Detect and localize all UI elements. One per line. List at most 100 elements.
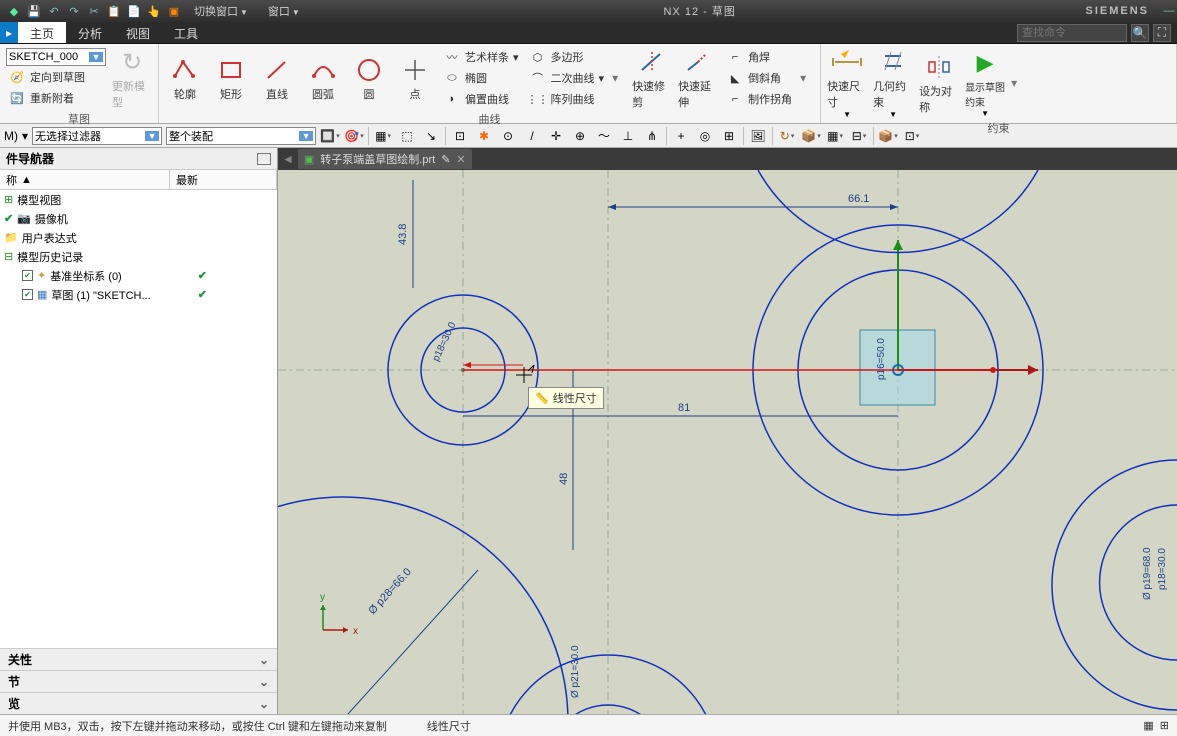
view-ico-6[interactable]: 📦▾ [878,127,898,145]
reattach-button[interactable]: 🔄重新附着 [6,88,106,108]
spline-button[interactable]: 〰艺术样条 ▾ [441,47,521,67]
tree-item-model-view[interactable]: ⊞模型视图 [0,190,277,209]
snap-ico-3[interactable]: ⊙ [498,127,518,145]
arc-button[interactable]: 圆弧 [303,54,343,102]
navigator-pin-icon[interactable] [257,153,271,165]
offset-curve-button[interactable]: ◗偏置曲线 [441,89,521,109]
fullscreen-button[interactable]: ⛶ [1153,24,1171,42]
paste-icon[interactable]: 📄 [126,3,142,19]
profile-button[interactable]: 轮廓 [165,54,205,102]
tab-home[interactable]: 主页 [18,22,66,43]
sort-up-icon: ▲ [21,174,32,186]
snap-ico-5[interactable]: ✛ [546,127,566,145]
panel-details[interactable]: 节⌄ [0,670,277,692]
snap-ico-8[interactable]: ⊥ [618,127,638,145]
assembly-scope-combo[interactable]: 整个装配▼ [166,127,316,145]
panel-relevance[interactable]: 关性⌄ [0,648,277,670]
command-search-input[interactable] [1017,24,1127,42]
cut-icon[interactable]: ✂ [86,3,102,19]
sketch-canvas[interactable]: 66.1 p18=30.0 43.8 p16=50.0 [278,170,1177,714]
view-ico-7[interactable]: ⊡▾ [902,127,922,145]
pattern-curve-button[interactable]: ⋮⋮阵列曲线 [527,89,607,109]
minimize-icon[interactable]: — [1161,3,1177,19]
switch-window-menu[interactable]: 切换窗口▼ [186,3,256,19]
make-symmetric-button[interactable]: 设为对称 [919,51,959,115]
filter-ico-4[interactable]: ⬚ [397,127,417,145]
undo-icon[interactable]: ↶ [46,3,62,19]
view-ico-5[interactable]: ⊟▾ [849,127,869,145]
snap-ico-6[interactable]: ⊕ [570,127,590,145]
show-constraint-button[interactable]: ▶显示草图约束▼ [965,47,1005,118]
redo-icon[interactable]: ↷ [66,3,82,19]
tab-scroll-left-icon[interactable]: ◄ [282,152,294,166]
tree-item-history[interactable]: ⊟模型历史记录 [0,247,277,266]
status-ico-2[interactable]: ⊞ [1160,719,1169,732]
show-constraint-icon: ▶ [969,47,1001,79]
fillet-button[interactable]: ⌐角焊 [724,47,794,67]
ribbon: SKETCH_000▼ 🧭定向到草图 🔄重新附着 ↻更新模型 草图 轮廓 矩形 … [0,44,1177,124]
tree-item-expressions[interactable]: 📁用户表达式 [0,228,277,247]
conic-button[interactable]: ⌒二次曲线 ▾ [527,68,607,88]
point-button[interactable]: 点 [395,54,435,102]
chamfer-button[interactable]: ◣倒斜角 [724,68,794,88]
save-icon[interactable]: 💾 [26,3,42,19]
panel-preview[interactable]: 览⌄ [0,692,277,714]
app-menu-button[interactable]: ▸ [0,22,18,43]
snap-ico-7[interactable]: 〜 [594,127,614,145]
snap-ico-12[interactable]: ⊞ [719,127,739,145]
snap-ico-9[interactable]: ⋔ [642,127,662,145]
quick-extend-button[interactable]: 快速延伸 [678,46,718,110]
more-curves2-dropdown[interactable]: ▾ [800,71,814,85]
geo-constraint-button[interactable]: 几何约束▼ [873,46,913,119]
tree-item-csys[interactable]: ✔✦基准坐标系 (0)✔ [0,266,277,285]
corner-button[interactable]: ⌐制作拐角 [724,89,794,109]
search-button[interactable]: 🔍 [1131,24,1149,42]
tree-item-camera[interactable]: ✔📷摄像机 [0,209,277,228]
checkbox-icon[interactable]: ✔ [22,289,33,300]
filter-ico-1[interactable]: 🔲▾ [320,127,340,145]
tab-view[interactable]: 视图 [114,22,162,43]
more-curves-dropdown[interactable]: ▾ [612,71,626,85]
filter-ico-2[interactable]: 🎯▾ [344,127,364,145]
tab-tools[interactable]: 工具 [162,22,210,43]
file-tab[interactable]: ▣ 转子泵端盖草图绘制.prt ✎ ✕ [298,149,472,169]
sketch-name-dropdown[interactable]: SKETCH_000▼ [6,48,106,66]
view-ico-3[interactable]: 📦▾ [801,127,821,145]
tree-item-sketch[interactable]: ✔▦草图 (1) "SKETCH...✔ [0,285,277,304]
fillet-icon: ⌐ [726,48,744,66]
snap-ico-1[interactable]: ⊡ [450,127,470,145]
copy-icon[interactable]: 📋 [106,3,122,19]
view-ico-1[interactable]: 🖼 [748,127,768,145]
polygon-button[interactable]: ⬡多边形 [527,47,607,67]
rectangle-button[interactable]: 矩形 [211,54,251,102]
status-ico-1[interactable]: ▦ [1143,719,1153,732]
circle-button[interactable]: 圆 [349,54,389,102]
more-constraint-dropdown[interactable]: ▾ [1011,76,1025,90]
filter-ico-5[interactable]: ↘ [421,127,441,145]
folder-icon: 📁 [4,231,18,244]
orient-to-sketch-button[interactable]: 🧭定向到草图 [6,67,106,87]
col-name[interactable]: 称 ▲ [0,170,170,189]
snap-ico-4[interactable]: / [522,127,542,145]
view-ico-4[interactable]: ▦▾ [825,127,845,145]
snap-ico-10[interactable]: + [671,127,691,145]
selection-filter-combo[interactable]: 无选择过滤器▼ [32,127,162,145]
quick-trim-button[interactable]: 快速修剪 [632,46,672,110]
window-menu[interactable]: 窗口▼ [260,3,308,19]
snap-ico-2[interactable]: ✱ [474,127,494,145]
rapid-dim-button[interactable]: 快速尺寸▼ [827,46,867,119]
touch-icon[interactable]: 👆 [146,3,162,19]
snap-ico-11[interactable]: ◎ [695,127,715,145]
chevron-down-icon: ⌄ [259,697,269,711]
offset-curve-icon: ◗ [443,90,461,108]
filter-ico-3[interactable]: ▦▾ [373,127,393,145]
switch-window-icon[interactable]: ▣ [166,3,182,19]
view-ico-2[interactable]: ↻▾ [777,127,797,145]
ellipse-button[interactable]: ⬭椭圆 [441,68,521,88]
nx-logo-icon: ◆ [6,3,22,19]
col-latest[interactable]: 最新 [170,170,277,189]
checkbox-icon[interactable]: ✔ [22,270,33,281]
tab-analysis[interactable]: 分析 [66,22,114,43]
close-tab-icon[interactable]: ✕ [456,153,465,166]
line-button[interactable]: 直线 [257,54,297,102]
